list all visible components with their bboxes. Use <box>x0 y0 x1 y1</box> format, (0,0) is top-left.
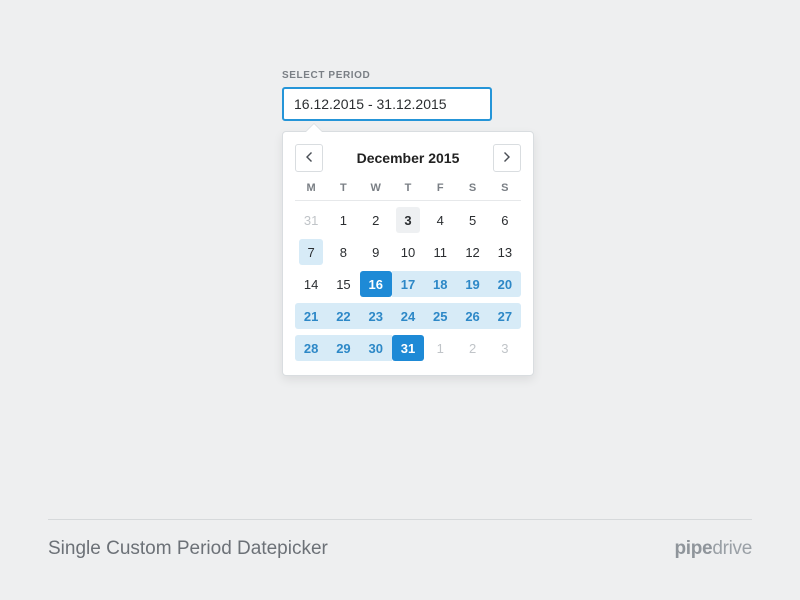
calendar-day[interactable]: 29 <box>327 335 359 361</box>
datepicker-popover: December 2015 MTWTFSS 311234567891011121… <box>282 131 534 376</box>
calendar-week: 21222324252627 <box>295 303 521 331</box>
calendar-day[interactable]: 25 <box>424 303 456 329</box>
calendar-day[interactable]: 2 <box>456 335 488 361</box>
chevron-right-icon <box>503 151 511 165</box>
calendar-day[interactable]: 19 <box>456 271 488 297</box>
calendar-week: 31123456 <box>295 207 521 235</box>
calendar-day[interactable]: 20 <box>489 271 521 297</box>
calendar-day[interactable]: 18 <box>424 271 456 297</box>
weekday-header: MTWTFSS <box>295 182 521 201</box>
calendar-day[interactable]: 31 <box>295 207 327 233</box>
calendar-day[interactable]: 3 <box>489 335 521 361</box>
calendar-day[interactable]: 22 <box>327 303 359 329</box>
logo-pipe: pipe <box>674 538 712 559</box>
field-label: SELECT PERIOD <box>282 70 520 81</box>
calendar-day[interactable]: 21 <box>295 303 327 329</box>
footer-divider <box>48 519 752 520</box>
weekday-label: T <box>327 182 359 194</box>
weekday-label: T <box>392 182 424 194</box>
pipedrive-logo: pipedrive <box>674 538 752 560</box>
weekday-label: S <box>456 182 488 194</box>
calendar-day[interactable]: 4 <box>424 207 456 233</box>
calendar-day[interactable]: 16 <box>360 271 392 297</box>
calendar-day[interactable]: 24 <box>392 303 424 329</box>
calendar-week: 28293031123 <box>295 335 521 363</box>
next-month-button[interactable] <box>493 144 521 172</box>
calendar-grid: 3112345678910111213141516171819202122232… <box>295 207 521 363</box>
calendar-day[interactable]: 28 <box>295 335 327 361</box>
period-input[interactable] <box>282 87 492 121</box>
calendar-day[interactable]: 10 <box>392 239 424 265</box>
calendar-day[interactable]: 1 <box>424 335 456 361</box>
logo-drive: drive <box>712 538 752 559</box>
weekday-label: M <box>295 182 327 194</box>
calendar-day[interactable]: 30 <box>360 335 392 361</box>
calendar-week: 78910111213 <box>295 239 521 267</box>
weekday-label: S <box>489 182 521 194</box>
calendar-day[interactable]: 17 <box>392 271 424 297</box>
calendar-day[interactable]: 7 <box>299 239 323 265</box>
month-title: December 2015 <box>357 150 460 166</box>
calendar-day[interactable]: 8 <box>327 239 359 265</box>
calendar-day[interactable]: 26 <box>456 303 488 329</box>
calendar-day[interactable]: 12 <box>456 239 488 265</box>
calendar-day[interactable]: 13 <box>489 239 521 265</box>
calendar-day[interactable]: 27 <box>489 303 521 329</box>
weekday-label: W <box>360 182 392 194</box>
calendar-day[interactable]: 2 <box>360 207 392 233</box>
calendar-day[interactable]: 6 <box>489 207 521 233</box>
calendar-day[interactable]: 31 <box>392 335 424 361</box>
calendar-day[interactable]: 15 <box>327 271 359 297</box>
calendar-day[interactable]: 11 <box>424 239 456 265</box>
calendar-day[interactable]: 9 <box>360 239 392 265</box>
calendar-day[interactable]: 23 <box>360 303 392 329</box>
calendar-day[interactable]: 3 <box>396 207 420 233</box>
calendar-week: 14151617181920 <box>295 271 521 299</box>
prev-month-button[interactable] <box>295 144 323 172</box>
calendar-day[interactable]: 14 <box>295 271 327 297</box>
calendar-day[interactable]: 5 <box>456 207 488 233</box>
calendar-day[interactable]: 1 <box>327 207 359 233</box>
weekday-label: F <box>424 182 456 194</box>
chevron-left-icon <box>305 151 313 165</box>
footer-caption: Single Custom Period Datepicker <box>48 538 328 560</box>
